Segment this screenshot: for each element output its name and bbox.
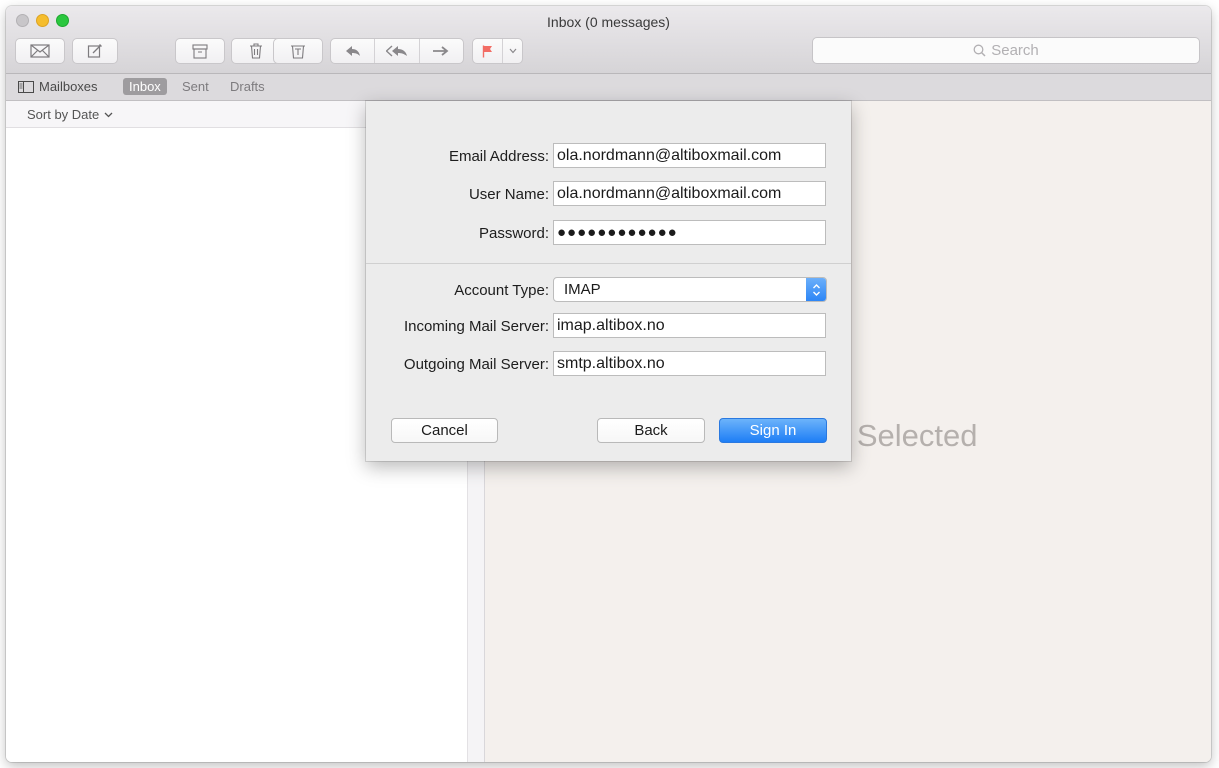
sort-label: Sort by Date — [27, 107, 100, 122]
favorites-bar: Mailboxes Inbox Sent Drafts — [6, 74, 1211, 101]
mailboxes-label: Mailboxes — [39, 79, 98, 94]
account-type-row: Account Type: IMAP — [366, 277, 851, 303]
compose-button[interactable] — [72, 38, 118, 64]
reply-icon — [345, 46, 360, 56]
mail-window: Inbox (0 messages) Search Mailboxes Inbo… — [6, 6, 1211, 762]
junk-button[interactable] — [273, 38, 323, 64]
sort-menu[interactable]: Sort by Date — [27, 107, 113, 122]
no-message-selected-text: e Selected — [831, 418, 978, 453]
username-row: User Name: ola.nordmann@altiboxmail.com — [366, 181, 851, 207]
password-row: Password: ●●●●●●●●●●●● — [366, 220, 851, 246]
compose-icon — [87, 44, 102, 58]
sheet-separator — [366, 263, 851, 264]
reply-button[interactable] — [331, 39, 376, 63]
email-row: Email Address: ola.nordmann@altiboxmail.… — [366, 143, 851, 169]
archive-button[interactable] — [175, 38, 225, 64]
trash-icon — [250, 43, 262, 59]
stepper-icon — [806, 278, 826, 301]
flag-menu-button[interactable] — [503, 39, 522, 63]
outgoing-server-label: Outgoing Mail Server: — [403, 356, 549, 373]
flag-button[interactable] — [473, 39, 504, 63]
chevron-down-icon — [509, 48, 517, 54]
back-button[interactable]: Back — [597, 418, 705, 443]
favorite-inbox[interactable]: Inbox — [123, 78, 167, 95]
favorite-sent[interactable]: Sent — [182, 79, 209, 94]
incoming-server-label: Incoming Mail Server: — [403, 318, 549, 335]
incoming-server-field[interactable]: imap.altibox.no — [553, 313, 826, 338]
incoming-server-row: Incoming Mail Server: imap.altibox.no — [366, 313, 851, 339]
junk-icon — [291, 45, 305, 59]
cancel-button[interactable]: Cancel — [391, 418, 498, 443]
outgoing-server-field[interactable]: smtp.altibox.no — [553, 351, 826, 376]
search-field[interactable]: Search — [812, 37, 1200, 64]
mailboxes-button[interactable]: Mailboxes — [18, 79, 98, 94]
username-label: User Name: — [468, 186, 549, 203]
archive-icon — [192, 43, 208, 59]
password-field[interactable]: ●●●●●●●●●●●● — [553, 220, 826, 245]
account-type-label: Account Type: — [454, 282, 549, 299]
search-placeholder: Search — [991, 42, 1039, 59]
outgoing-server-row: Outgoing Mail Server: smtp.altibox.no — [366, 351, 851, 377]
forward-button[interactable] — [420, 39, 463, 63]
reply-all-icon — [385, 45, 407, 57]
reply-forward-group — [330, 38, 464, 64]
chevron-down-icon — [104, 112, 113, 117]
forward-icon — [433, 46, 449, 56]
get-mail-button[interactable] — [15, 38, 65, 64]
account-type-select[interactable]: IMAP — [553, 277, 827, 302]
flag-group — [472, 38, 523, 64]
search-icon — [973, 44, 986, 57]
password-label: Password: — [478, 225, 549, 242]
envelope-icon — [30, 44, 50, 58]
add-account-sheet: Email Address: ola.nordmann@altiboxmail.… — [366, 101, 851, 461]
email-label: Email Address: — [448, 148, 549, 165]
account-type-value: IMAP — [564, 281, 601, 298]
sign-in-button[interactable]: Sign In — [719, 418, 827, 443]
sidebar-icon — [18, 80, 34, 93]
email-field[interactable]: ola.nordmann@altiboxmail.com — [553, 143, 826, 168]
reply-all-button[interactable] — [375, 39, 420, 63]
title-bar: Inbox (0 messages) Search — [6, 6, 1211, 74]
favorite-drafts[interactable]: Drafts — [230, 79, 265, 94]
username-field[interactable]: ola.nordmann@altiboxmail.com — [553, 181, 826, 206]
flag-icon — [482, 45, 492, 57]
window-title: Inbox (0 messages) — [547, 14, 670, 30]
